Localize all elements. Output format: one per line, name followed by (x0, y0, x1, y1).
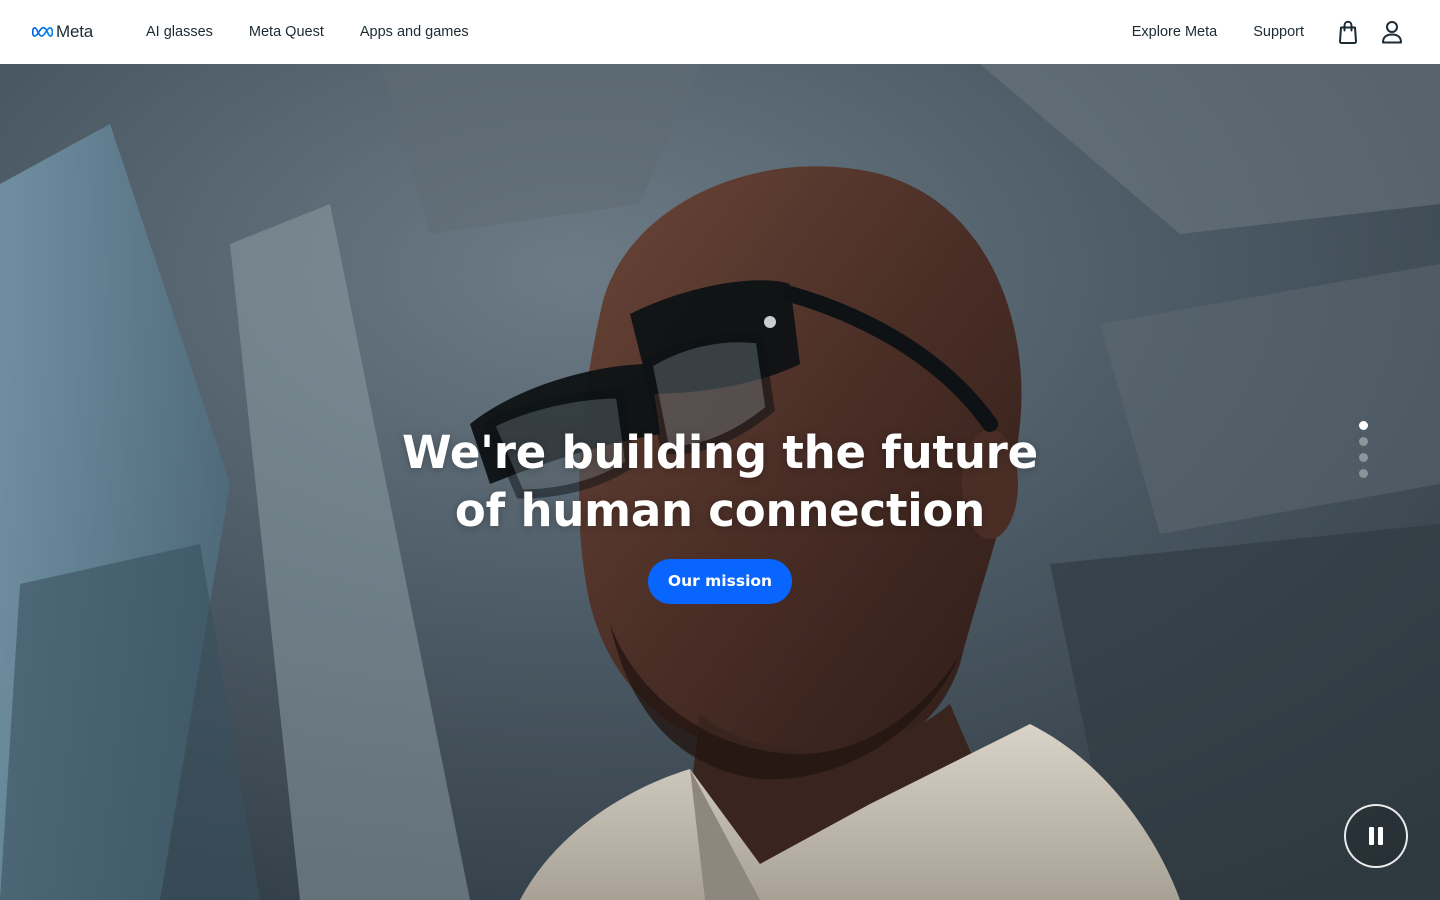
primary-nav: AI glasses Meta Quest Apps and games (128, 0, 487, 64)
meta-wordmark: Meta (56, 22, 93, 41)
pause-video-button[interactable] (1344, 804, 1408, 868)
site-header: Meta AI glasses Meta Quest Apps and game… (0, 0, 1440, 64)
carousel-pagination (1359, 421, 1369, 478)
nav-ai-glasses[interactable]: AI glasses (128, 0, 231, 64)
secondary-nav: Explore Meta Support (1114, 0, 1322, 64)
hero-content: We're building the future of human conne… (0, 424, 1440, 604)
nav-apps-and-games[interactable]: Apps and games (342, 0, 487, 64)
nav-explore-meta[interactable]: Explore Meta (1114, 0, 1235, 64)
carousel-dot[interactable] (1359, 469, 1368, 478)
carousel-dot[interactable] (1359, 453, 1368, 462)
meta-logo[interactable]: Meta (32, 21, 93, 43)
shopping-bag-icon (1339, 20, 1357, 44)
carousel-dot[interactable] (1359, 437, 1368, 446)
hero-section: We're building the future of human conne… (0, 64, 1440, 900)
shopping-bag-button[interactable] (1333, 17, 1363, 47)
our-mission-button[interactable]: Our mission (647, 559, 793, 604)
account-icon (1382, 21, 1402, 44)
meta-infinity-logo-icon (32, 26, 53, 37)
pause-icon (1369, 827, 1383, 845)
account-button[interactable] (1377, 17, 1407, 47)
nav-meta-quest[interactable]: Meta Quest (231, 0, 342, 64)
carousel-dot[interactable] (1359, 421, 1368, 430)
nav-support[interactable]: Support (1235, 0, 1322, 64)
hero-headline: We're building the future of human conne… (402, 426, 1038, 537)
